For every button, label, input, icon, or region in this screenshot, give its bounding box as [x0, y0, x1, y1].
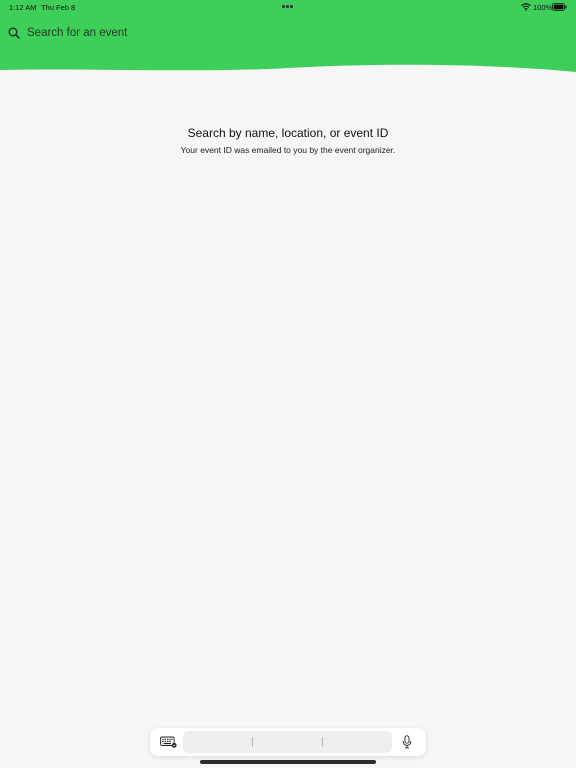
- home-indicator[interactable]: [200, 760, 376, 764]
- empty-state: Search by name, location, or event ID Yo…: [0, 125, 576, 156]
- microphone-icon[interactable]: [402, 735, 412, 749]
- status-time: 1:12 AM: [9, 3, 37, 12]
- suggestion-slot[interactable]: [183, 731, 253, 753]
- empty-state-subtitle: Your event ID was emailed to you by the …: [180, 145, 396, 155]
- search-bar[interactable]: Search for an event: [8, 25, 127, 41]
- predictive-text-bar: [183, 731, 392, 753]
- header: 1:12 AM Thu Feb 8 100% Search for an eve…: [0, 0, 576, 78]
- suggestion-slot[interactable]: [253, 731, 323, 753]
- search-icon: [8, 27, 20, 39]
- status-bar: 1:12 AM Thu Feb 8 100%: [0, 0, 576, 14]
- wifi-icon: [521, 3, 531, 11]
- battery-icon: [552, 3, 567, 11]
- keyboard-icon[interactable]: [160, 736, 177, 748]
- suggestion-slot[interactable]: [323, 731, 393, 753]
- status-date: Thu Feb 8: [41, 3, 76, 12]
- battery-percentage: 100%: [533, 3, 553, 12]
- keyboard-shortcut-toolbar: [150, 728, 426, 756]
- empty-state-title: Search by name, location, or event ID: [187, 126, 389, 140]
- multitasking-dots-icon[interactable]: [282, 5, 296, 8]
- search-input[interactable]: Search for an event: [27, 27, 127, 39]
